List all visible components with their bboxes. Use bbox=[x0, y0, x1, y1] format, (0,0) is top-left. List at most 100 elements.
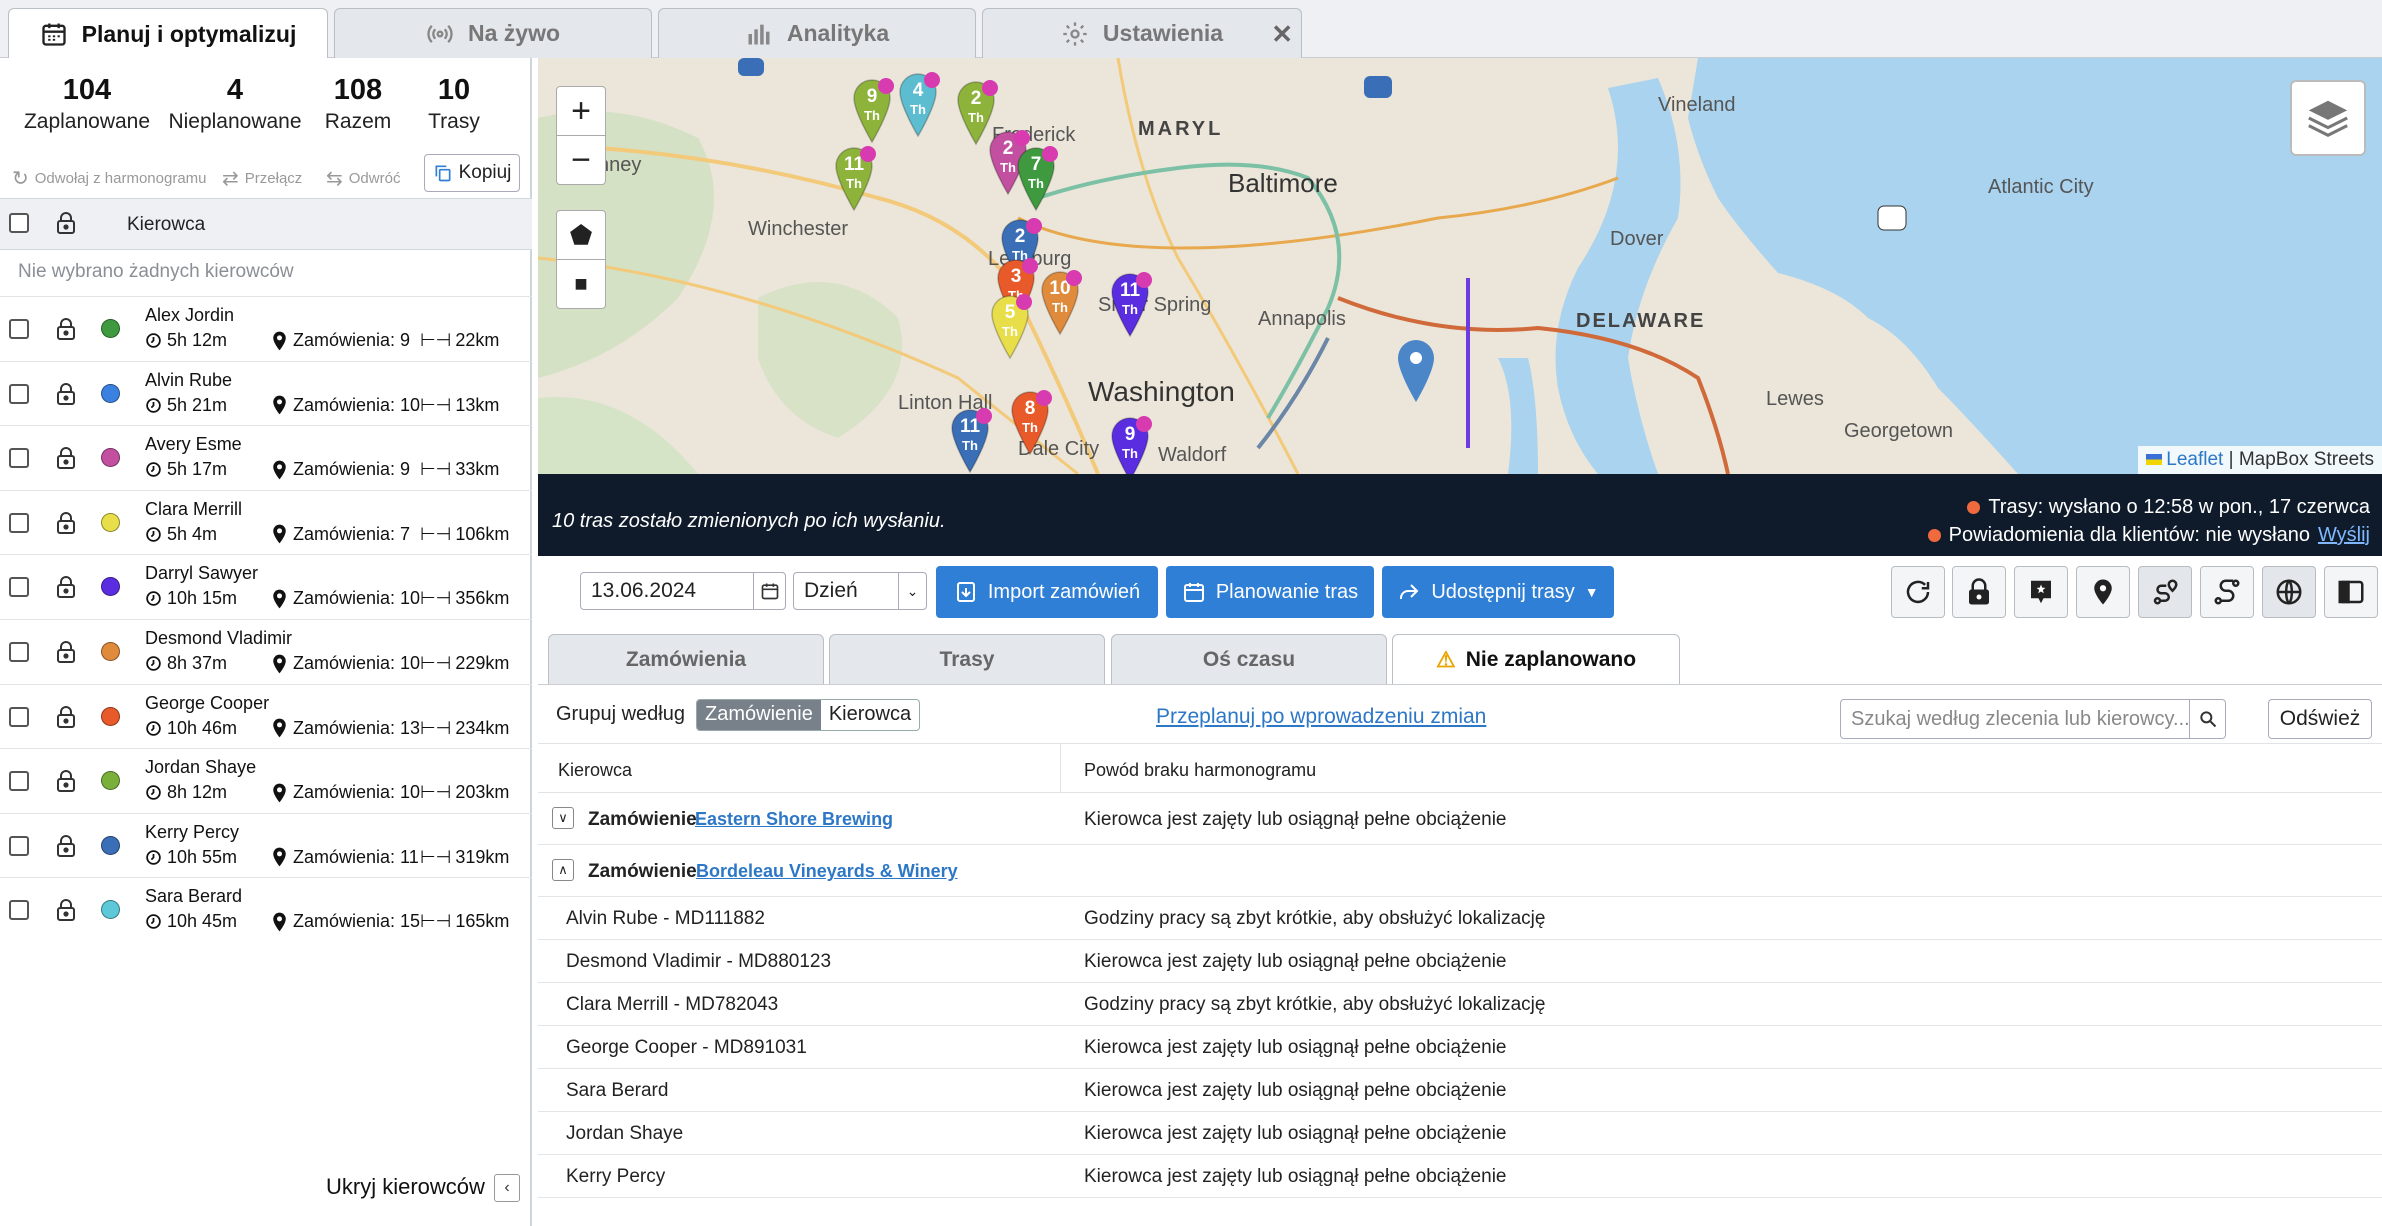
table-row[interactable]: Kerry Percy Kierowca jest zajęty lub osią… bbox=[538, 1155, 2382, 1198]
tab-settings[interactable]: Ustawienia ✕ bbox=[982, 8, 1302, 58]
close-icon[interactable]: ✕ bbox=[1271, 19, 1293, 50]
driver-row[interactable]: Jordan Shaye 8h 12m Zamówienia: 10 ⊢⊣ 203… bbox=[0, 748, 532, 813]
route-stop-pin[interactable]: 9 Th bbox=[850, 78, 894, 144]
zoom-out-button[interactable]: − bbox=[556, 135, 606, 185]
table-row[interactable]: Jordan Shaye Kierowca jest zajęty lub osi… bbox=[538, 1112, 2382, 1155]
driver-checkbox[interactable] bbox=[9, 835, 29, 856]
zoom-in-button[interactable]: + bbox=[556, 86, 606, 136]
driver-row[interactable]: Avery Esme 5h 17m Zamówienia: 9 ⊢⊣ 33km bbox=[0, 425, 532, 490]
route-stop-pin[interactable]: 11 Th bbox=[1108, 272, 1152, 338]
globe-button[interactable] bbox=[2262, 566, 2316, 618]
switch-button[interactable]: ⇄ Przełącz bbox=[222, 166, 302, 191]
table-row[interactable]: Desmond Vladimir - MD880123 Kierowca jest… bbox=[538, 940, 2382, 983]
route-stop-pin[interactable]: 9 Th bbox=[1108, 416, 1152, 474]
lock-icon[interactable] bbox=[56, 769, 76, 793]
draw-polygon-button[interactable]: ⬟ bbox=[556, 210, 606, 260]
date-field[interactable]: 13.06.2024 bbox=[580, 572, 786, 610]
driver-checkbox[interactable] bbox=[9, 642, 29, 662]
route-stop-pin[interactable]: 7 Th bbox=[1014, 146, 1058, 212]
lock-icon[interactable] bbox=[56, 446, 76, 470]
driver-row[interactable]: Desmond Vladimir 8h 37m Zamówienia: 10 ⊢… bbox=[0, 619, 532, 684]
lock-icon[interactable] bbox=[56, 317, 76, 341]
tab-routes[interactable]: Trasy bbox=[829, 634, 1105, 684]
tab-live[interactable]: Na żywo bbox=[334, 8, 652, 58]
table-row[interactable]: Clara Merrill - MD782043 Godziny pracy są… bbox=[538, 983, 2382, 1026]
location-marker[interactable] bbox=[1394, 338, 1438, 404]
location-pin-button[interactable] bbox=[2076, 566, 2130, 618]
lock-icon[interactable] bbox=[56, 211, 76, 235]
period-select[interactable]: Dzień ⌄ bbox=[793, 572, 927, 610]
table-row[interactable]: Alvin Rube - MD111882 Godziny pracy są zb… bbox=[538, 897, 2382, 940]
order-link[interactable]: Bordeleau Vineyards & Winery bbox=[696, 861, 958, 882]
toggle-sidebar-button[interactable] bbox=[2324, 566, 2378, 618]
refresh-button[interactable]: Odśwież bbox=[2268, 699, 2372, 739]
copy-button[interactable]: Kopiuj bbox=[424, 154, 520, 192]
route-stop-pin[interactable]: 10 Th bbox=[1038, 270, 1082, 336]
lock-icon[interactable] bbox=[56, 834, 76, 858]
chevron-up-icon[interactable]: ∧ bbox=[552, 859, 574, 881]
driver-row[interactable]: Darryl Sawyer 10h 15m Zamówienia: 10 ⊢⊣ 3… bbox=[0, 554, 532, 619]
lock-icon[interactable] bbox=[56, 898, 76, 922]
order-link[interactable]: Eastern Shore Brewing bbox=[695, 809, 893, 830]
group-by-driver[interactable]: Kierowca bbox=[821, 700, 919, 730]
search-input[interactable]: Szukaj według zlecenia lub kierowcy... bbox=[1840, 699, 2226, 739]
route-planning-button[interactable]: Planowanie tras bbox=[1166, 566, 1374, 618]
replan-link[interactable]: Przeplanuj po wprowadzeniu zmian bbox=[1156, 705, 1486, 729]
tab-plan-optimize[interactable]: Planuj i optymalizuj bbox=[8, 8, 328, 59]
driver-row[interactable]: Alex Jordin 5h 12m Zamówienia: 9 ⊢⊣ 22km bbox=[0, 296, 532, 361]
share-routes-button[interactable]: Udostępnij trasy ▼ bbox=[1382, 566, 1614, 618]
driver-checkbox[interactable] bbox=[9, 512, 29, 533]
route-stop-pin[interactable]: 11 Th bbox=[948, 408, 992, 474]
driver-checkbox[interactable] bbox=[9, 706, 29, 727]
route-pin-button[interactable] bbox=[2138, 566, 2192, 618]
lock-icon[interactable] bbox=[56, 575, 76, 599]
route-lines-button[interactable] bbox=[2200, 566, 2254, 618]
chevron-down-icon[interactable]: ∨ bbox=[552, 807, 574, 829]
hide-drivers-label[interactable]: Ukryj kierowców bbox=[326, 1174, 485, 1200]
driver-row[interactable]: Alvin Rube 5h 21m Zamówienia: 10 ⊢⊣ 13km bbox=[0, 360, 532, 426]
driver-checkbox[interactable] bbox=[9, 319, 29, 339]
tab-analytics[interactable]: Analityka bbox=[658, 8, 976, 58]
map[interactable]: Vineland Frederick Baltimore Atlantic City W… bbox=[538, 58, 2382, 474]
tab-unscheduled[interactable]: ⚠ Nie zaplanowano bbox=[1392, 634, 1680, 684]
layers-button[interactable] bbox=[2290, 80, 2366, 156]
driver-row[interactable]: Sara Berard 10h 45m Zamówienia: 15 ⊢⊣ 165… bbox=[0, 877, 532, 942]
order-group-row[interactable]: ∧ Zamówienie Bordeleau Vineyards & Winer… bbox=[538, 845, 2382, 897]
route-stop-pin[interactable]: 11 Th bbox=[832, 146, 876, 212]
lock-icon[interactable] bbox=[56, 640, 76, 664]
table-row[interactable]: George Cooper - MD891031 Kierowca jest za… bbox=[538, 1026, 2382, 1069]
route-stop-pin[interactable]: 4 Th bbox=[896, 72, 940, 138]
driver-row[interactable]: George Cooper 10h 46m Zamówienia: 13 ⊢⊣ 2… bbox=[0, 683, 532, 749]
driver-checkbox[interactable] bbox=[9, 448, 29, 469]
group-by-toggle[interactable]: Zamówienie Kierowca bbox=[696, 699, 921, 731]
route-stop-pin[interactable]: 8 Th bbox=[1008, 390, 1052, 456]
pin-note-button[interactable] bbox=[2014, 566, 2068, 618]
draw-rectangle-button[interactable]: ■ bbox=[556, 259, 606, 309]
driver-checkbox[interactable] bbox=[9, 771, 29, 792]
lock-icon[interactable] bbox=[56, 382, 76, 406]
reverse-button[interactable]: ⇆ Odwróć bbox=[326, 166, 400, 191]
send-link[interactable]: Wyślij bbox=[2318, 524, 2370, 547]
tab-timeline[interactable]: Oś czasu bbox=[1111, 634, 1387, 684]
select-all-checkbox[interactable] bbox=[9, 213, 29, 233]
import-orders-button[interactable]: Import zamówień bbox=[936, 566, 1158, 618]
collapse-panel-button[interactable]: ‹ bbox=[494, 1174, 520, 1202]
unschedule-button[interactable]: ↻ Odwołaj z harmonogramu bbox=[12, 166, 207, 191]
driver-row[interactable]: Clara Merrill 5h 4m Zamówienia: 7 ⊢⊣ 106k… bbox=[0, 489, 532, 555]
driver-checkbox[interactable] bbox=[9, 577, 29, 598]
lock-routes-button[interactable] bbox=[1952, 566, 2006, 618]
calendar-picker-icon[interactable] bbox=[753, 573, 785, 609]
driver-row[interactable]: Kerry Percy 10h 55m Zamówienia: 11 ⊢⊣ 319… bbox=[0, 812, 532, 878]
lock-icon[interactable] bbox=[56, 511, 76, 535]
table-row[interactable]: Sara Berard Kierowca jest zajęty lub osią… bbox=[538, 1069, 2382, 1112]
driver-checkbox[interactable] bbox=[9, 900, 29, 921]
group-by-order[interactable]: Zamówienie bbox=[697, 700, 821, 730]
route-stop-pin[interactable]: 5 Th bbox=[988, 294, 1032, 360]
tab-orders[interactable]: Zamówienia bbox=[548, 634, 824, 684]
refresh-map-button[interactable] bbox=[1891, 566, 1945, 618]
search-icon[interactable] bbox=[2189, 700, 2225, 738]
leaflet-link[interactable]: Leaflet bbox=[2166, 449, 2223, 470]
order-group-row[interactable]: ∨ Zamówienie Eastern Shore Brewing Kiero… bbox=[538, 793, 2382, 845]
lock-icon[interactable] bbox=[56, 705, 76, 729]
driver-checkbox[interactable] bbox=[9, 383, 29, 404]
